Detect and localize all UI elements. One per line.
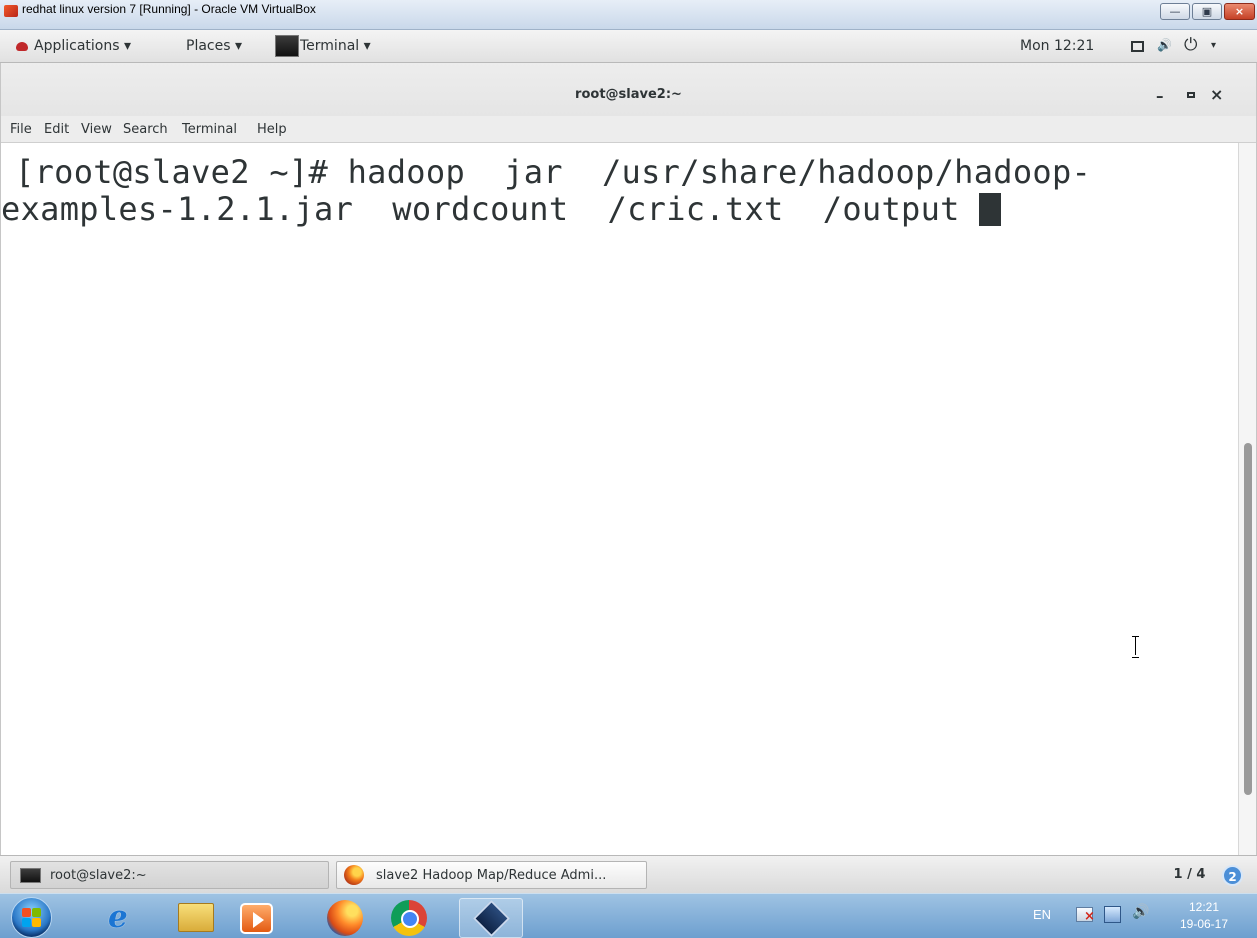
taskbar-browser-label: slave2 Hadoop Map/Reduce Admi...	[376, 868, 607, 883]
menu-help[interactable]: Help	[257, 122, 287, 137]
terminal-close-button[interactable]: ×	[1210, 85, 1223, 104]
system-clock[interactable]: 12:21 19-06-17	[1164, 899, 1244, 933]
network-icon[interactable]	[1104, 906, 1121, 923]
volume-icon[interactable]: 🔊	[1157, 38, 1172, 52]
terminal-output[interactable]: [root@slave2 ~]# hadoop jar /usr/share/h…	[1, 143, 1238, 855]
terminal-app-menu[interactable]: Terminal ▾	[300, 38, 371, 54]
menu-search[interactable]: Search	[123, 122, 168, 137]
gnome-top-bar: Applications ▾ Places ▾ Terminal ▾ Mon 1…	[0, 30, 1257, 63]
gnome-window-list: root@slave2:~ slave2 Hadoop Map/Reduce A…	[0, 855, 1257, 893]
windows-taskbar: e EN 🔊 12:21 19-06-17	[0, 893, 1257, 938]
scrollbar-thumb[interactable]	[1244, 443, 1252, 795]
terminal-minimize-button[interactable]: –	[1156, 87, 1164, 105]
firefox-icon	[327, 900, 363, 936]
windows-logo-blue-pane	[22, 918, 31, 927]
virtualbox-title-bar[interactable]: redhat linux version 7 [Running] - Oracl…	[0, 0, 1257, 30]
terminal-icon	[20, 868, 41, 883]
internet-explorer-pin[interactable]: e	[101, 898, 161, 938]
terminal-menu-bar: File Edit View Search Terminal Help	[1, 116, 1256, 143]
host-maximize-button[interactable]: ▣	[1192, 3, 1222, 20]
chrome-pin[interactable]	[386, 898, 446, 938]
action-center-icon[interactable]	[1076, 907, 1095, 924]
system-time: 12:21	[1188, 900, 1220, 914]
menu-terminal[interactable]: Terminal	[182, 122, 237, 137]
terminal-scrollbar[interactable]	[1238, 143, 1256, 855]
folder-icon	[178, 903, 214, 932]
terminal-command-line-2: examples-1.2.1.jar wordcount /cric.txt /…	[1, 190, 1002, 228]
volume-icon[interactable]: 🔊	[1132, 904, 1149, 920]
workspace-indicator[interactable]: 1 / 4	[1162, 864, 1217, 886]
terminal-cursor	[979, 193, 1002, 226]
virtualbox-app-icon	[4, 5, 18, 17]
places-menu[interactable]: Places ▾	[186, 38, 242, 54]
terminal-app-icon	[275, 35, 299, 57]
terminal-command-line-1: [root@slave2 ~]# hadoop jar /usr/share/h…	[15, 153, 1092, 191]
terminal-window: root@slave2:~ – × File Edit View Search …	[0, 63, 1257, 855]
language-indicator[interactable]: EN	[1033, 907, 1051, 922]
text-cursor-icon	[1130, 636, 1142, 658]
screen-icon[interactable]	[1131, 41, 1144, 52]
virtualbox-pin[interactable]	[459, 898, 523, 938]
taskbar-terminal-label: root@slave2:~	[50, 868, 147, 883]
terminal-window-title: root@slave2:~	[575, 87, 682, 102]
menu-edit[interactable]: Edit	[44, 122, 69, 137]
firefox-pin[interactable]	[318, 898, 378, 938]
virtualbox-icon	[473, 900, 510, 937]
redhat-applications-icon	[16, 42, 28, 51]
virtualbox-window-title: redhat linux version 7 [Running] - Oracl…	[22, 2, 316, 16]
power-icon[interactable]: ⏻	[1184, 35, 1197, 55]
firefox-icon	[344, 865, 364, 885]
taskbar-item-browser[interactable]: slave2 Hadoop Map/Reduce Admi...	[336, 861, 647, 889]
menu-view[interactable]: View	[81, 122, 112, 137]
media-player-pin[interactable]	[234, 898, 294, 938]
taskbar-item-terminal[interactable]: root@slave2:~	[10, 861, 329, 889]
chrome-icon	[391, 900, 427, 936]
windows-logo-green-pane	[32, 908, 41, 917]
terminal-command-line-2-text: examples-1.2.1.jar wordcount /cric.txt /…	[1, 190, 980, 228]
terminal-title-bar[interactable]: root@slave2:~ – ×	[1, 63, 1256, 116]
notification-badge[interactable]: 2	[1222, 865, 1243, 886]
terminal-maximize-button[interactable]	[1187, 92, 1195, 98]
windows-start-button[interactable]	[11, 897, 52, 938]
host-minimize-button[interactable]: —	[1160, 3, 1190, 20]
windows-logo-red-pane	[22, 908, 31, 917]
top-bar-clock[interactable]: Mon 12:21	[1020, 38, 1094, 54]
media-player-icon	[240, 903, 273, 934]
applications-menu[interactable]: Applications ▾	[34, 38, 131, 54]
internet-explorer-icon: e	[108, 899, 128, 935]
windows-logo-yellow-pane	[32, 918, 41, 927]
chevron-down-icon[interactable]: ▾	[1211, 40, 1216, 51]
menu-file[interactable]: File	[10, 122, 32, 137]
system-date: 19-06-17	[1179, 917, 1229, 931]
host-close-button[interactable]: ×	[1224, 3, 1255, 20]
windows-explorer-pin[interactable]	[170, 898, 230, 938]
